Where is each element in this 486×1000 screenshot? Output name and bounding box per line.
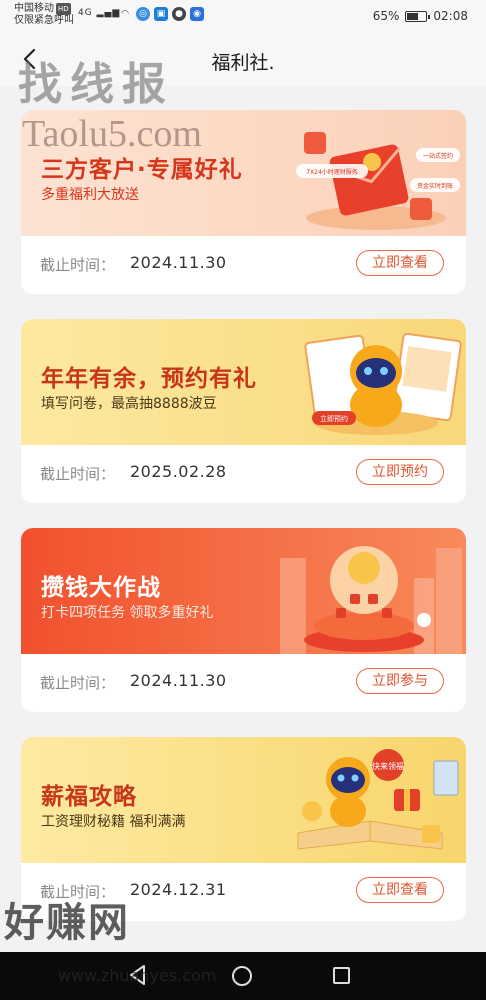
deadline-date: 2024.12.31 — [130, 880, 227, 899]
promo-title: 三方客户·专属好礼 — [41, 157, 243, 183]
promo-banner[interactable]: 攒钱大作战 打卡四项任务 领取多重好礼 — [21, 528, 466, 654]
deadline-label: 截止时间： — [40, 256, 116, 274]
promo-banner[interactable]: 薪福攻略 工资理财秘籍 福利满满 快来领福 — [21, 737, 466, 863]
treasure-illustration — [280, 546, 462, 654]
art-tag: 7X24小时理财服务 — [306, 168, 358, 176]
app-icon: ◉ — [190, 7, 204, 21]
reserve-now-button[interactable]: 立即预约 — [356, 459, 444, 485]
card-footer: 截止时间： 2024.12.31 立即查看 — [21, 863, 466, 921]
notification-icons: ◠ ◎ ▣ ● ◉ — [118, 7, 204, 21]
join-now-button[interactable]: 立即参与 — [356, 668, 444, 694]
deadline-label: 截止时间： — [40, 674, 116, 692]
app-icon: ▣ — [154, 7, 168, 21]
promo-banner[interactable]: 年年有余，预约有礼 填写问卷，最高抽8888波豆 立即预约 — [21, 319, 466, 445]
view-now-button[interactable]: 立即查看 — [356, 877, 444, 903]
art-tag: 一站式签约 — [423, 152, 453, 160]
promo-card[interactable]: 三方客户·专属好礼 多重福利大放送 7X24小时理财服务 一站式签约 资金实时到… — [21, 110, 466, 294]
book-robot-illustration: 快来领福 — [297, 749, 459, 850]
app-header: 福利社. — [0, 34, 486, 86]
promo-subtitle: 多重福利大放送 — [41, 187, 139, 203]
page-title: 福利社. — [211, 52, 275, 74]
signal-icon: 4G ▂▄▆ — [78, 8, 121, 18]
art-tag: 资金实时到账 — [417, 182, 453, 190]
promo-subtitle: 工资理财秘籍 福利满满 — [41, 814, 186, 830]
view-now-button[interactable]: 立即查看 — [356, 250, 444, 276]
wifi-icon: ◠ — [121, 9, 129, 19]
hd-badge: HD — [56, 3, 71, 15]
deadline-label: 截止时间： — [40, 883, 116, 901]
nav-recents-icon[interactable] — [333, 967, 350, 984]
signal-label: 4G — [78, 8, 93, 18]
card-footer: 截止时间： 2024.11.30 立即参与 — [21, 654, 466, 712]
robot-illustration: 立即预约 — [304, 332, 462, 435]
promo-title: 攒钱大作战 — [41, 575, 161, 601]
art-tag: 立即预约 — [320, 414, 348, 423]
clock: 02:08 — [433, 9, 468, 23]
system-nav-bar — [0, 952, 486, 1000]
status-right: 65% 02:08 — [373, 9, 468, 23]
nav-back-icon[interactable] — [128, 964, 148, 986]
art-tag: 快来领福 — [372, 761, 404, 771]
chat-icon: ● — [172, 7, 186, 21]
battery-percent: 65% — [372, 9, 400, 23]
card-footer: 截止时间： 2025.02.28 立即预约 — [21, 445, 466, 503]
card-footer: 截止时间： 2024.11.30 立即查看 — [21, 236, 466, 294]
battery-icon — [405, 10, 431, 22]
promo-card[interactable]: 年年有余，预约有礼 填写问卷，最高抽8888波豆 立即预约 截止时间： 2025… — [21, 319, 466, 503]
deadline-date: 2025.02.28 — [130, 462, 227, 481]
app-icon: ◎ — [136, 7, 150, 21]
promo-subtitle: 打卡四项任务 领取多重好礼 — [41, 605, 214, 621]
promo-title: 薪福攻略 — [41, 784, 137, 810]
promo-card[interactable]: 薪福攻略 工资理财秘籍 福利满满 快来领福 截止时间： 2024.12.31 立… — [21, 737, 466, 921]
carrier-info: 中国移动 HD 仅限紧急呼叫 — [14, 3, 74, 27]
carrier-name: 中国移动 — [14, 3, 54, 14]
promo-card[interactable]: 攒钱大作战 打卡四项任务 领取多重好礼 截止时间： 2024.11.30 立即参… — [21, 528, 466, 712]
deadline-date: 2024.11.30 — [130, 671, 227, 690]
promo-title: 年年有余，预约有礼 — [41, 366, 257, 392]
nav-home-icon[interactable] — [232, 966, 252, 986]
deadline-date: 2024.11.30 — [130, 253, 227, 272]
emergency-text: 仅限紧急呼叫 — [14, 15, 74, 26]
promo-banner[interactable]: 三方客户·专属好礼 多重福利大放送 7X24小时理财服务 一站式签约 资金实时到… — [21, 110, 466, 236]
deadline-label: 截止时间： — [40, 465, 116, 483]
status-bar: 中国移动 HD 仅限紧急呼叫 4G ▂▄▆ ◠ ◎ ▣ ● ◉ 65% 02:08 — [0, 0, 486, 34]
promo-subtitle: 填写问卷，最高抽8888波豆 — [41, 396, 217, 412]
envelope-illustration: 7X24小时理财服务 一站式签约 资金实时到账 — [296, 132, 460, 230]
